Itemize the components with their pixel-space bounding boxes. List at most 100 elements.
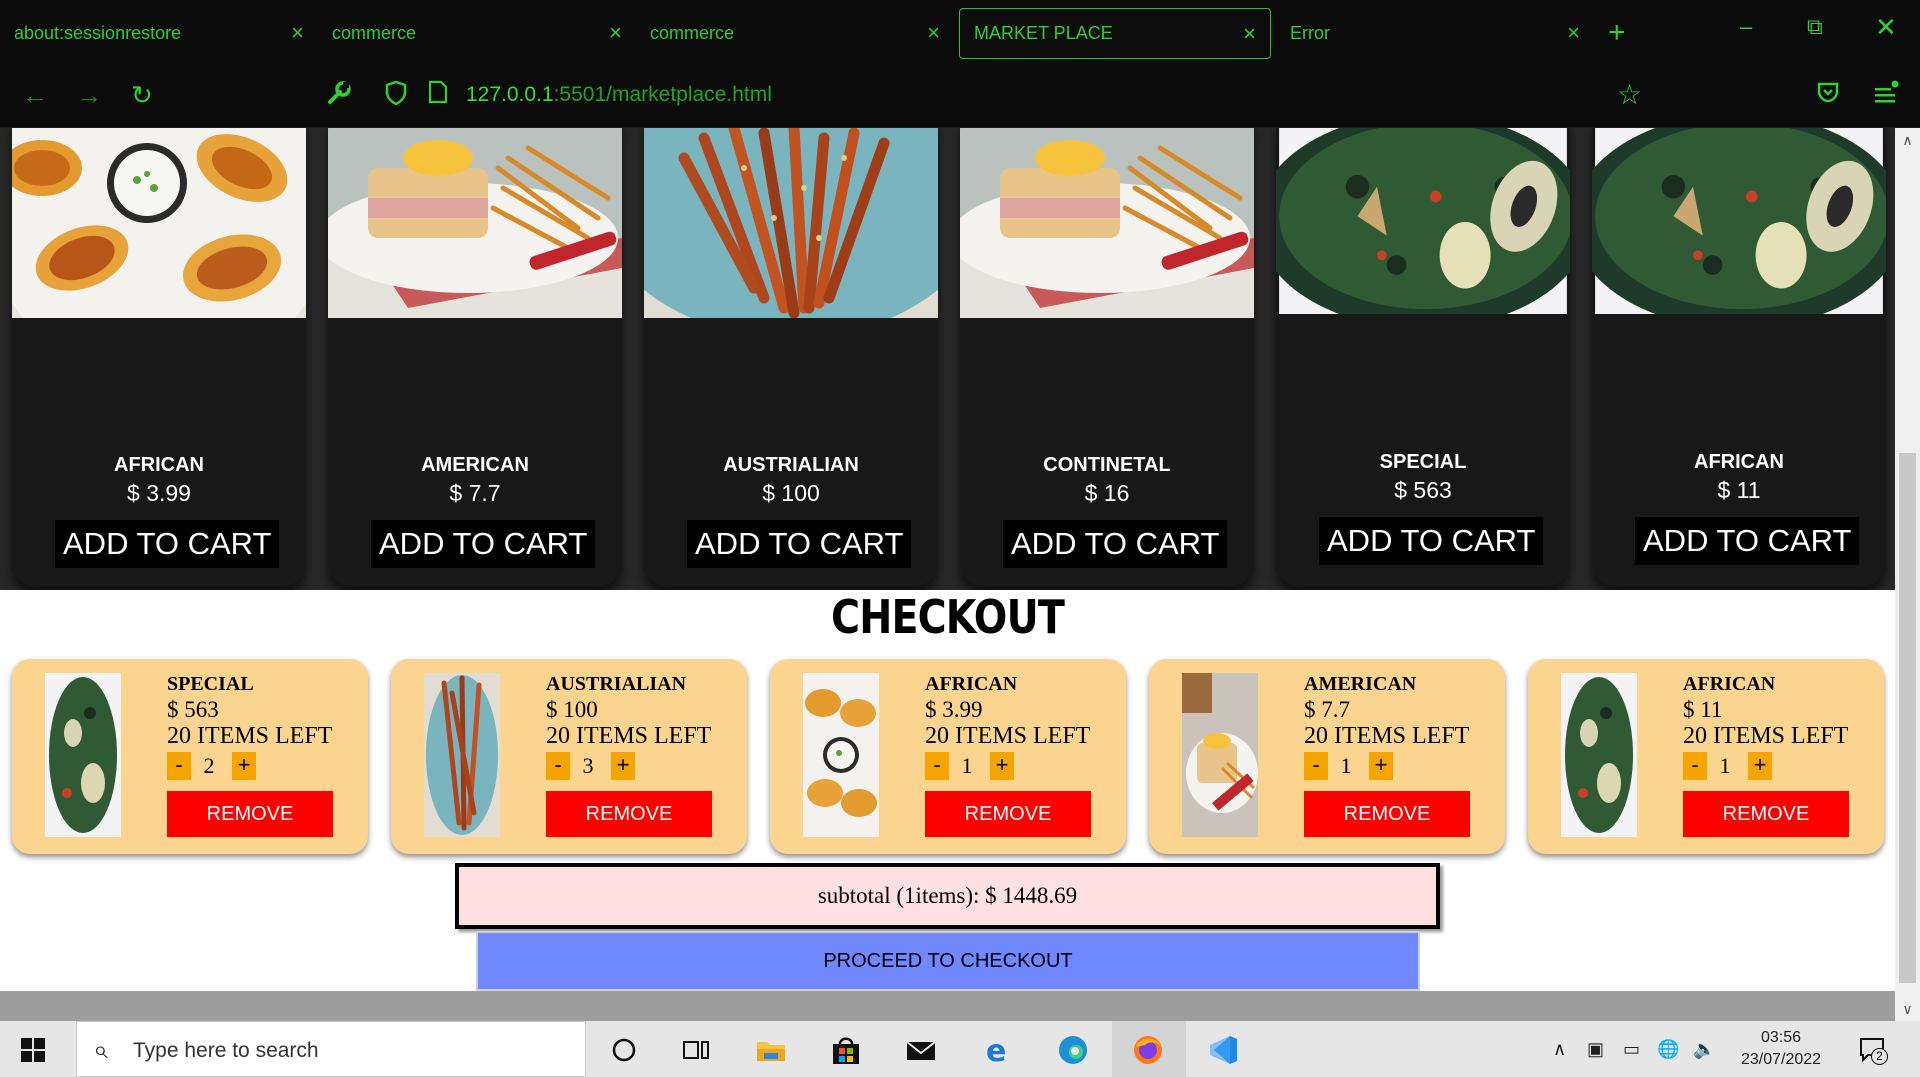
proceed-to-checkout-button[interactable]: PROCEED TO CHECKOUT: [476, 931, 1420, 991]
increase-quantity-button[interactable]: +: [611, 752, 635, 780]
vertical-scrollbar[interactable]: ∧ ∨: [1895, 128, 1920, 1021]
increase-quantity-button[interactable]: +: [232, 752, 256, 780]
tray-battery-icon[interactable]: ▭: [1623, 1039, 1640, 1060]
cart-item-price: $ 563: [167, 697, 219, 722]
decrease-quantity-button[interactable]: -: [925, 752, 949, 780]
close-icon[interactable]: ×: [1243, 21, 1256, 47]
product-price: $ 11: [1717, 477, 1761, 503]
tab-title: about:sessionrestore: [14, 23, 182, 43]
reload-icon[interactable]: ↻: [131, 80, 153, 110]
close-icon[interactable]: ×: [927, 20, 940, 46]
new-tab-plus-icon[interactable]: +: [1608, 16, 1626, 50]
close-icon[interactable]: ×: [291, 20, 304, 46]
quantity-value: 2: [203, 753, 215, 778]
product-card: AMERICAN $ 7.7 ADD TO CART: [328, 128, 622, 586]
notification-center-icon[interactable]: 2: [1858, 1035, 1888, 1065]
page-viewport: AFRICAN $ 3.99 ADD TO CART AMERICAN $ 7.…: [0, 128, 1895, 991]
store-icon[interactable]: [829, 1033, 863, 1067]
tray-volume-icon[interactable]: 🔈: [1693, 1039, 1715, 1060]
tray-defender-icon[interactable]: ▣: [1587, 1039, 1604, 1060]
increase-quantity-button[interactable]: +: [990, 752, 1014, 780]
cart-item-image-potato-skins: [803, 673, 879, 837]
add-to-cart-button[interactable]: ADD TO CART: [687, 520, 912, 568]
scroll-down-arrow-icon[interactable]: ∨: [1895, 997, 1920, 1021]
subtotal-box: subtotal (1items): $ 1448.69: [455, 863, 1440, 929]
cart-item-stock: 20 ITEMS LEFT: [1304, 723, 1470, 749]
bookmark-star-icon[interactable]: ☆: [1617, 80, 1642, 110]
decrease-quantity-button[interactable]: -: [1683, 752, 1707, 780]
cart-item-stock: 20 ITEMS LEFT: [925, 723, 1091, 749]
task-view-icon[interactable]: [679, 1033, 713, 1067]
tray-network-icon[interactable]: 🌐: [1657, 1039, 1679, 1060]
increase-quantity-button[interactable]: +: [1748, 752, 1772, 780]
edge-icon[interactable]: [1056, 1033, 1090, 1067]
add-to-cart-button[interactable]: ADD TO CART: [1319, 517, 1544, 565]
close-icon[interactable]: ×: [609, 20, 622, 46]
product-card: SPECIAL $ 563 ADD TO CART: [1276, 128, 1570, 586]
url-bar[interactable]: 127.0.0.1:5501/marketplace.html: [466, 83, 772, 107]
product-image-potato-skins: [12, 128, 306, 318]
tab-market-place[interactable]: MARKET PLACE ×: [959, 8, 1271, 59]
tab-title: commerce: [650, 23, 735, 43]
product-price: $ 7.7: [449, 480, 501, 506]
minimize-icon[interactable]: –: [1740, 14, 1752, 40]
wrench-icon[interactable]: [326, 80, 352, 112]
taskbar-search-box[interactable]: ⌕ Type here to search: [76, 1021, 586, 1077]
cart-item-image-green-stew: [45, 673, 121, 837]
remove-button[interactable]: REMOVE: [925, 791, 1091, 837]
cortana-icon[interactable]: [607, 1033, 641, 1067]
decrease-quantity-button[interactable]: -: [546, 752, 570, 780]
windows-start-icon[interactable]: [20, 1037, 46, 1063]
scroll-up-arrow-icon[interactable]: ∧: [1895, 128, 1920, 152]
close-icon[interactable]: ×: [1567, 20, 1580, 46]
tab-sessionrestore[interactable]: about:sessionrestore ×: [0, 8, 318, 59]
product-name: AMERICAN: [421, 454, 529, 476]
decrease-quantity-button[interactable]: -: [167, 752, 191, 780]
tab-commerce-1[interactable]: commerce ×: [318, 8, 636, 59]
shield-icon[interactable]: [384, 80, 408, 112]
file-explorer-icon[interactable]: [754, 1033, 788, 1067]
add-to-cart-button[interactable]: ADD TO CART: [1635, 517, 1860, 565]
search-placeholder: Type here to search: [133, 1039, 319, 1062]
cart-item-price: $ 100: [546, 697, 598, 722]
add-to-cart-button[interactable]: ADD TO CART: [55, 520, 280, 568]
forward-arrow-icon[interactable]: →: [76, 80, 102, 110]
horizontal-scrollbar[interactable]: [0, 991, 1895, 1021]
cart-item-stock: 20 ITEMS LEFT: [546, 723, 712, 749]
restore-icon[interactable]: ⧉: [1807, 14, 1823, 40]
firefox-icon[interactable]: [1131, 1033, 1165, 1067]
remove-button[interactable]: REMOVE: [167, 791, 333, 837]
cart-item-stock: 20 ITEMS LEFT: [1683, 723, 1849, 749]
url-path: :5501/marketplace.html: [553, 83, 772, 106]
remove-button[interactable]: REMOVE: [1304, 791, 1470, 837]
product-card: AFRICAN $ 11 ADD TO CART: [1592, 128, 1886, 586]
tab-error[interactable]: Error ×: [1276, 8, 1594, 59]
cart-item-name: SPECIAL: [167, 673, 254, 695]
remove-button[interactable]: REMOVE: [546, 791, 712, 837]
vscode-icon[interactable]: [1206, 1033, 1240, 1067]
add-to-cart-button[interactable]: ADD TO CART: [1003, 520, 1228, 568]
tray-chevron-up-icon[interactable]: ∧: [1553, 1039, 1566, 1060]
product-grid: AFRICAN $ 3.99 ADD TO CART AMERICAN $ 7.…: [0, 128, 1895, 590]
decrease-quantity-button[interactable]: -: [1304, 752, 1328, 780]
product-name: AFRICAN: [114, 454, 204, 476]
quantity-value: 1: [1340, 753, 1352, 778]
increase-quantity-button[interactable]: +: [1369, 752, 1393, 780]
mail-icon[interactable]: [904, 1033, 938, 1067]
product-price: $ 16: [1084, 480, 1130, 506]
window-close-icon[interactable]: ✕: [1875, 12, 1897, 43]
scroll-thumb[interactable]: [1899, 453, 1916, 983]
tab-title: MARKET PLACE: [974, 23, 1113, 43]
back-arrow-icon[interactable]: ←: [22, 80, 48, 110]
remove-button[interactable]: REMOVE: [1683, 791, 1849, 837]
menu-icon[interactable]: [1873, 80, 1899, 112]
edge-legacy-icon[interactable]: e: [981, 1033, 1015, 1067]
tab-title: Error: [1290, 23, 1330, 43]
cart-item-image-sandwich-fries: [1182, 673, 1258, 837]
taskbar-clock[interactable]: 03:56 23/07/2022: [1726, 1027, 1836, 1071]
tab-commerce-2[interactable]: commerce ×: [636, 8, 954, 59]
pocket-icon[interactable]: [1816, 80, 1840, 110]
cart-item: SPECIAL $ 563 20 ITEMS LEFT - 2 + REMOVE: [12, 659, 368, 854]
product-price: $ 563: [1394, 477, 1452, 503]
add-to-cart-button[interactable]: ADD TO CART: [371, 520, 596, 568]
